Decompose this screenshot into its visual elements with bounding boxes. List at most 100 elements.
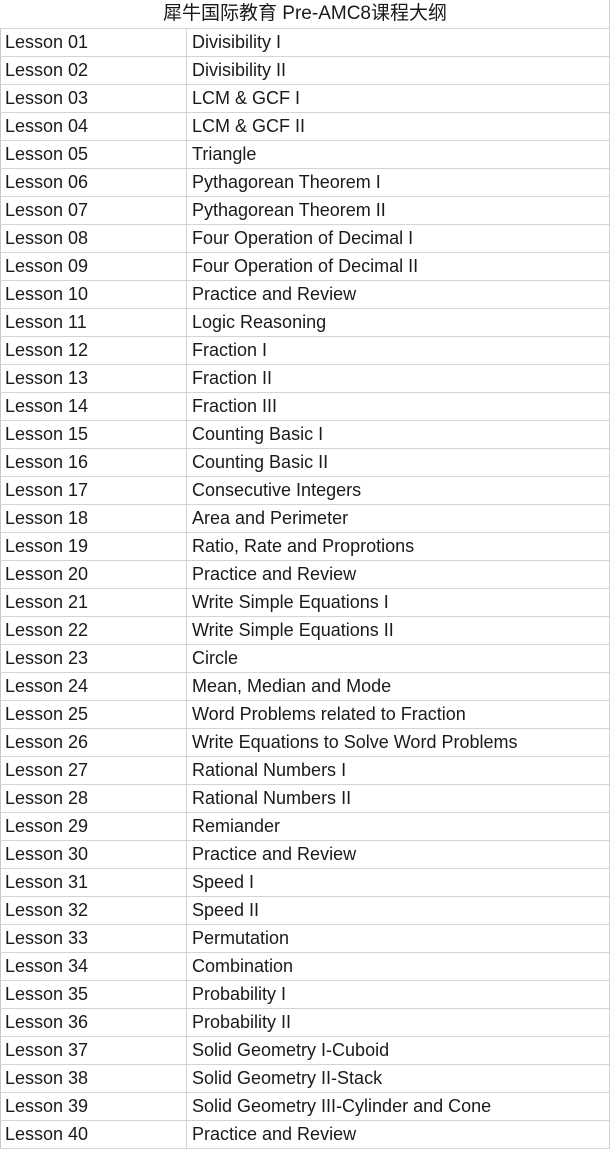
table-row: Lesson 16 Counting Basic II (0, 448, 610, 477)
table-row: Lesson 34 Combination (0, 952, 610, 981)
lesson-number-cell: Lesson 04 (0, 112, 187, 141)
lesson-topic-cell: Write Simple Equations I (186, 588, 610, 617)
lesson-number-cell: Lesson 06 (0, 168, 187, 197)
lesson-number-cell: Lesson 19 (0, 532, 187, 561)
lesson-topic-cell: Pythagorean Theorem II (186, 196, 610, 225)
lesson-topic-cell: Divisibility I (186, 28, 610, 57)
table-row: Lesson 02 Divisibility II (0, 56, 610, 85)
page-title: 犀牛国际教育 Pre-AMC8课程大纲 (0, 0, 610, 29)
lesson-topic-cell: Speed II (186, 896, 610, 925)
lesson-topic-cell: Practice and Review (186, 1120, 610, 1149)
lesson-topic-cell: Practice and Review (186, 280, 610, 309)
lesson-topic-cell: Remiander (186, 812, 610, 841)
lesson-number-cell: Lesson 09 (0, 252, 187, 281)
lesson-number-cell: Lesson 35 (0, 980, 187, 1009)
lesson-number-cell: Lesson 03 (0, 84, 187, 113)
table-row: Lesson 37 Solid Geometry I-Cuboid (0, 1036, 610, 1065)
lesson-topic-cell: Consecutive Integers (186, 476, 610, 505)
syllabus-table-body: 犀牛国际教育 Pre-AMC8课程大纲 Lesson 01 Divisibilit… (0, 0, 610, 1149)
lesson-topic-cell: Solid Geometry I-Cuboid (186, 1036, 610, 1065)
table-row: Lesson 23 Circle (0, 644, 610, 673)
lesson-number-cell: Lesson 28 (0, 784, 187, 813)
lesson-number-cell: Lesson 22 (0, 616, 187, 645)
course-syllabus-table: 犀牛国际教育 Pre-AMC8课程大纲 Lesson 01 Divisibilit… (0, 0, 610, 1149)
lesson-number-cell: Lesson 01 (0, 28, 187, 57)
lesson-topic-cell: LCM & GCF I (186, 84, 610, 113)
lesson-number-cell: Lesson 23 (0, 644, 187, 673)
lesson-topic-cell: Ratio, Rate and Proprotions (186, 532, 610, 561)
lesson-topic-cell: Triangle (186, 140, 610, 169)
lesson-topic-cell: Four Operation of Decimal II (186, 252, 610, 281)
lesson-topic-cell: Combination (186, 952, 610, 981)
lesson-topic-cell: Word Problems related to Fraction (186, 700, 610, 729)
lesson-number-cell: Lesson 17 (0, 476, 187, 505)
lesson-topic-cell: Probability II (186, 1008, 610, 1037)
lesson-number-cell: Lesson 36 (0, 1008, 187, 1037)
table-row: Lesson 40 Practice and Review (0, 1120, 610, 1149)
lesson-topic-cell: Fraction I (186, 336, 610, 365)
table-row: Lesson 07 Pythagorean Theorem II (0, 196, 610, 225)
lesson-topic-cell: LCM & GCF II (186, 112, 610, 141)
lesson-number-cell: Lesson 34 (0, 952, 187, 981)
lesson-number-cell: Lesson 08 (0, 224, 187, 253)
lesson-topic-cell: Write Equations to Solve Word Problems (186, 728, 610, 757)
lesson-topic-cell: Fraction III (186, 392, 610, 421)
lesson-number-cell: Lesson 12 (0, 336, 187, 365)
lesson-number-cell: Lesson 11 (0, 308, 187, 337)
table-row: Lesson 04 LCM & GCF II (0, 112, 610, 141)
table-row: Lesson 01 Divisibility I (0, 28, 610, 57)
lesson-topic-cell: Practice and Review (186, 840, 610, 869)
table-row: Lesson 24 Mean, Median and Mode (0, 672, 610, 701)
lesson-topic-cell: Counting Basic II (186, 448, 610, 477)
table-row: Lesson 36 Probability II (0, 1008, 610, 1037)
lesson-number-cell: Lesson 24 (0, 672, 187, 701)
lesson-number-cell: Lesson 16 (0, 448, 187, 477)
lesson-topic-cell: Divisibility II (186, 56, 610, 85)
table-row: Lesson 15 Counting Basic I (0, 420, 610, 449)
lesson-topic-cell: Solid Geometry II-Stack (186, 1064, 610, 1093)
table-row: Lesson 13 Fraction II (0, 364, 610, 393)
table-row: Lesson 09 Four Operation of Decimal II (0, 252, 610, 281)
lesson-topic-cell: Rational Numbers I (186, 756, 610, 785)
table-row: Lesson 06 Pythagorean Theorem I (0, 168, 610, 197)
table-row: Lesson 29 Remiander (0, 812, 610, 841)
lesson-topic-cell: Logic Reasoning (186, 308, 610, 337)
lesson-topic-cell: Speed I (186, 868, 610, 897)
lesson-number-cell: Lesson 18 (0, 504, 187, 533)
lesson-number-cell: Lesson 30 (0, 840, 187, 869)
lesson-number-cell: Lesson 29 (0, 812, 187, 841)
table-row: Lesson 19 Ratio, Rate and Proprotions (0, 532, 610, 561)
lesson-number-cell: Lesson 20 (0, 560, 187, 589)
lesson-topic-cell: Solid Geometry III-Cylinder and Cone (186, 1092, 610, 1121)
table-row: Lesson 08 Four Operation of Decimal I (0, 224, 610, 253)
table-row: Lesson 17 Consecutive Integers (0, 476, 610, 505)
lesson-number-cell: Lesson 32 (0, 896, 187, 925)
lesson-topic-cell: Area and Perimeter (186, 504, 610, 533)
lesson-number-cell: Lesson 21 (0, 588, 187, 617)
lesson-number-cell: Lesson 25 (0, 700, 187, 729)
table-row: Lesson 18 Area and Perimeter (0, 504, 610, 533)
lesson-topic-cell: Rational Numbers II (186, 784, 610, 813)
table-row: Lesson 14 Fraction III (0, 392, 610, 421)
lesson-topic-cell: Fraction II (186, 364, 610, 393)
table-row: Lesson 26 Write Equations to Solve Word P… (0, 728, 610, 757)
table-row: Lesson 28 Rational Numbers II (0, 784, 610, 813)
lesson-topic-cell: Pythagorean Theorem I (186, 168, 610, 197)
lesson-number-cell: Lesson 37 (0, 1036, 187, 1065)
lesson-number-cell: Lesson 07 (0, 196, 187, 225)
lesson-number-cell: Lesson 33 (0, 924, 187, 953)
lesson-topic-cell: Circle (186, 644, 610, 673)
table-row: Lesson 33 Permutation (0, 924, 610, 953)
lesson-topic-cell: Permutation (186, 924, 610, 953)
table-row: Lesson 10 Practice and Review (0, 280, 610, 309)
lesson-topic-cell: Mean, Median and Mode (186, 672, 610, 701)
lesson-number-cell: Lesson 39 (0, 1092, 187, 1121)
table-row: Lesson 32 Speed II (0, 896, 610, 925)
table-row: Lesson 25 Word Problems related to Fracti… (0, 700, 610, 729)
table-row: Lesson 12 Fraction I (0, 336, 610, 365)
table-row: Lesson 11 Logic Reasoning (0, 308, 610, 337)
lesson-topic-cell: Write Simple Equations II (186, 616, 610, 645)
lesson-number-cell: Lesson 38 (0, 1064, 187, 1093)
lesson-number-cell: Lesson 27 (0, 756, 187, 785)
lesson-number-cell: Lesson 40 (0, 1120, 187, 1149)
